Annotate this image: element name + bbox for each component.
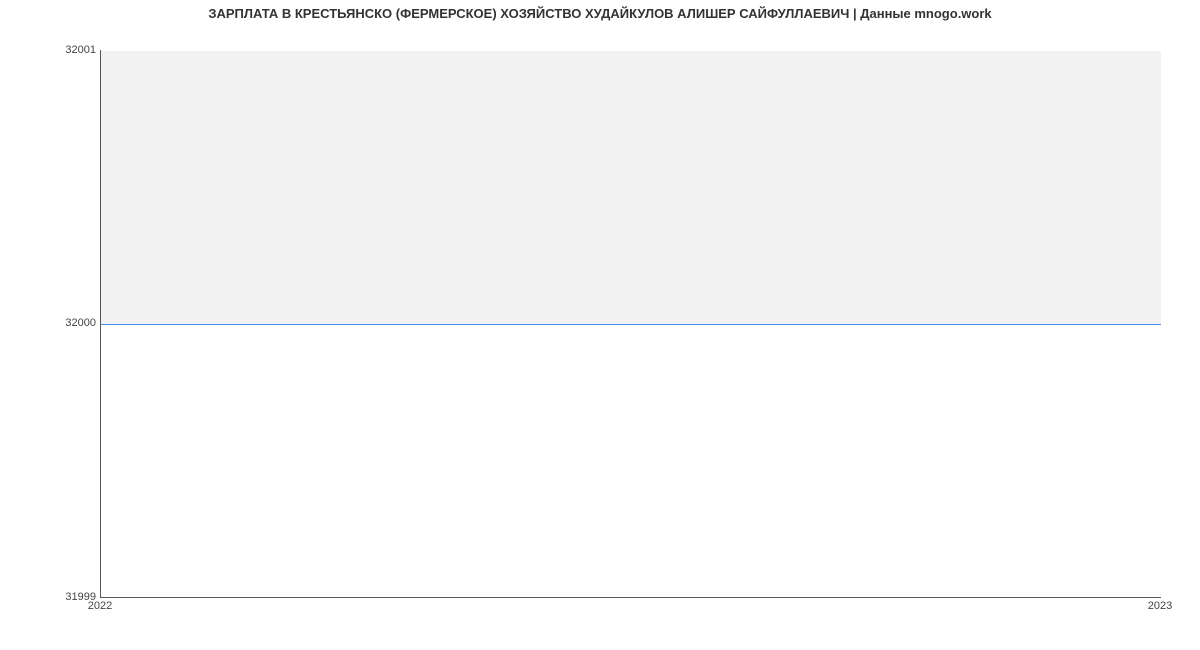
x-tick-label: 2022 [88,600,112,612]
y-tick-label: 32000 [56,317,96,329]
gridline [101,50,1161,51]
salary-chart: ЗАРПЛАТА В КРЕСТЬЯНСКО (ФЕРМЕРСКОЕ) ХОЗЯ… [0,0,1200,650]
data-line [101,324,1161,325]
chart-title: ЗАРПЛАТА В КРЕСТЬЯНСКО (ФЕРМЕРСКОЕ) ХОЗЯ… [0,6,1200,21]
plot-area [100,50,1161,598]
upper-band-shading [101,50,1161,324]
x-tick-label: 2023 [1148,600,1172,612]
y-tick-label: 32001 [56,44,96,56]
